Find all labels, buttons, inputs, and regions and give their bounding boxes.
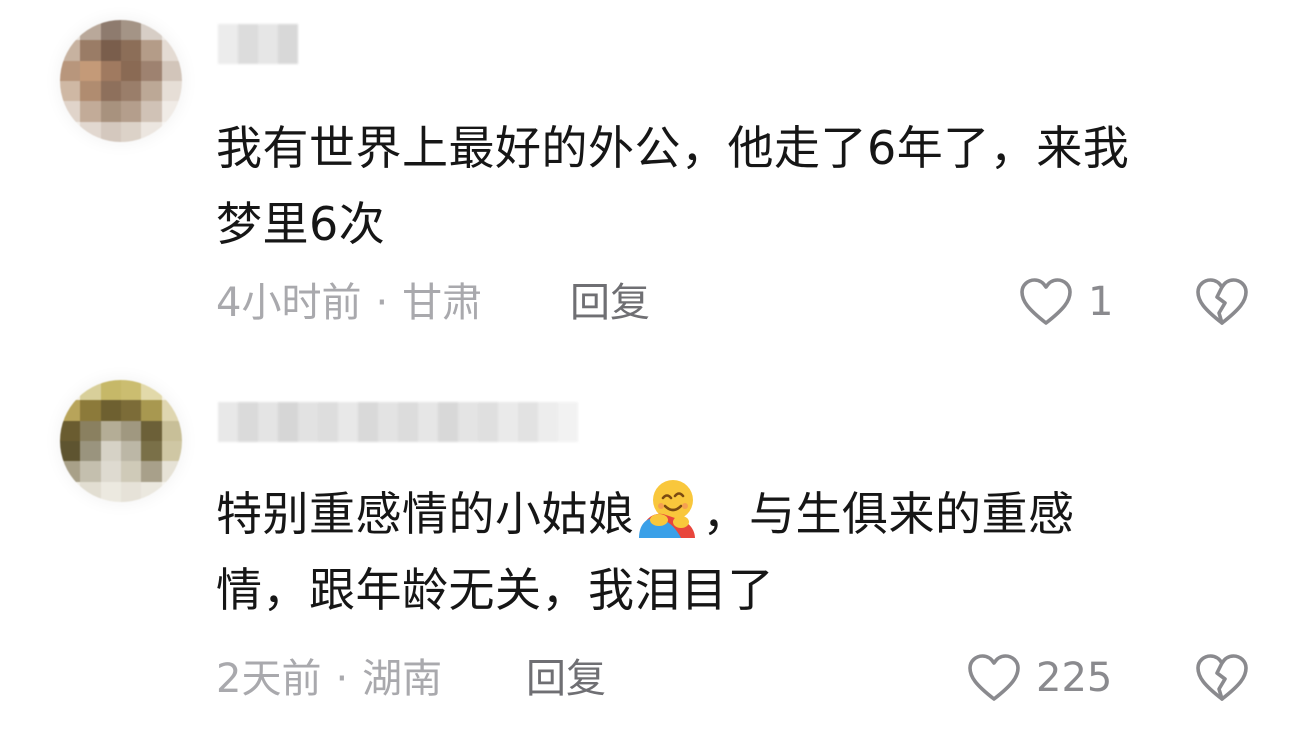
comment-text-line: 我有世界上最好的外公，他走了6年了，来我 <box>216 121 1130 175</box>
comment-meta: 4小时前 · 甘肃 <box>216 278 482 328</box>
heart-outline-icon <box>1020 278 1072 325</box>
comment-meta: 2天前 · 湖南 <box>216 654 442 704</box>
comment-text-line: 情，跟年龄无关，我泪目了 <box>216 563 774 617</box>
hugging-face-emoji <box>638 480 695 538</box>
comment-location: 湖南 <box>362 656 443 702</box>
comment-text-segment: 特别重感情的小姑娘 <box>216 487 635 541</box>
reply-button[interactable]: 回复 <box>570 278 650 328</box>
broken-heart-icon[interactable] <box>1194 653 1250 703</box>
comment-text-line: 特别重感情的小姑娘 ，与生俱来的重感 <box>216 476 1256 552</box>
broken-heart-icon[interactable] <box>1194 277 1250 327</box>
heart-outline-icon <box>968 654 1020 701</box>
avatar[interactable] <box>60 380 182 502</box>
avatar[interactable] <box>60 20 182 142</box>
meta-separator: · <box>335 656 349 702</box>
reply-button[interactable]: 回复 <box>526 654 606 704</box>
username-blurred[interactable] <box>218 402 578 442</box>
comment-item: 我有世界上最好的外公，他走了6年了，来我 梦里6次 4小时前 · 甘肃 回复 1 <box>0 0 1316 360</box>
comment-time: 4小时前 <box>216 280 362 326</box>
comment-text: 特别重感情的小姑娘 ，与生俱来的重感 情，跟年龄无关，我泪目了 <box>216 476 1256 628</box>
comment-location: 甘肃 <box>402 280 483 326</box>
comment-item: 特别重感情的小姑娘 ，与生俱来的重感 情，跟年龄无关，我泪目了 2天前 · 湖南 回… <box>0 360 1316 746</box>
comment-text: 我有世界上最好的外公，他走了6年了，来我 梦里6次 <box>216 110 1256 262</box>
username-blurred[interactable] <box>218 24 298 64</box>
like-count: 1 <box>1088 279 1114 325</box>
like-button[interactable]: 1 <box>1018 272 1113 332</box>
comment-time: 2天前 <box>216 656 322 702</box>
like-count: 225 <box>1036 655 1113 701</box>
comment-text-line: 梦里6次 <box>216 197 386 251</box>
like-button[interactable]: 225 <box>966 648 1112 708</box>
comment-text-segment: ，与生俱来的重感 <box>702 487 1075 541</box>
meta-separator: · <box>375 280 389 326</box>
